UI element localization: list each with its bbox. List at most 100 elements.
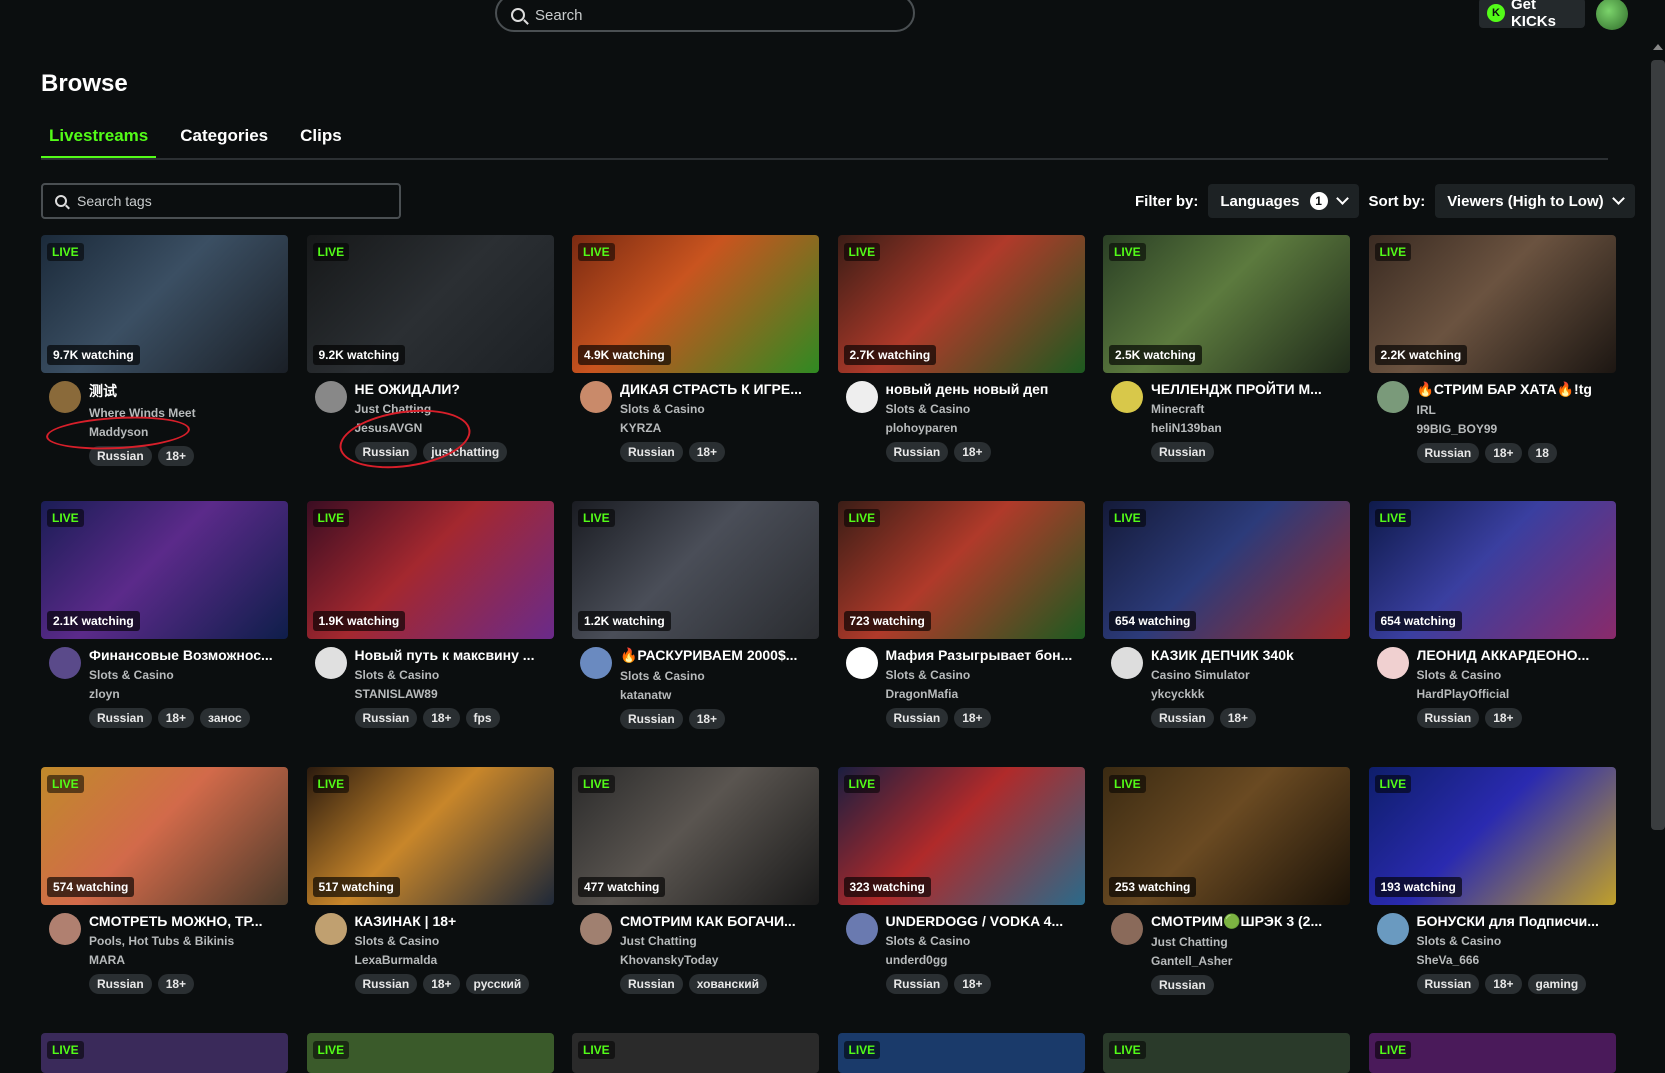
stream-title[interactable]: Финансовые Возможнос... xyxy=(89,647,279,663)
stream-category[interactable]: IRL xyxy=(1417,403,1607,417)
stream-tag[interactable]: Russian xyxy=(1151,442,1214,462)
streamer-avatar[interactable] xyxy=(1376,381,1409,413)
stream-thumbnail[interactable]: LIVE 9.7K watching xyxy=(41,235,288,373)
streamer-name[interactable]: plohoyparen xyxy=(886,421,1076,435)
stream-tag[interactable]: занос xyxy=(200,708,250,728)
user-avatar[interactable] xyxy=(1596,0,1628,30)
stream-title[interactable]: СМОТРЕТЬ МОЖНО, ТР... xyxy=(89,913,279,929)
stream-card[interactable]: LIVE 253 watching СМОТРИМ🟢ШРЭК 3 (2... J… xyxy=(1103,767,1350,995)
streamer-avatar[interactable] xyxy=(1111,381,1143,413)
global-search-input[interactable]: Search xyxy=(495,0,915,32)
stream-card[interactable]: LIVE 654 watching КАЗИК ДЕПЧИК 340k Casi… xyxy=(1103,501,1350,728)
streamer-name[interactable]: ykcyckkk xyxy=(1151,687,1341,701)
stream-tag[interactable]: 18+ xyxy=(157,974,195,994)
streamer-avatar[interactable] xyxy=(845,647,878,679)
stream-tag[interactable]: 18 xyxy=(1527,443,1557,463)
stream-title[interactable]: КАЗИНАК | 18+ xyxy=(355,913,545,929)
stream-title[interactable]: ЛЕОНИД АККАРДЕОНО... xyxy=(1417,647,1607,663)
streamer-avatar[interactable] xyxy=(845,913,878,945)
stream-tag[interactable]: 18+ xyxy=(1485,708,1522,728)
stream-thumbnail[interactable]: LIVE 654 watching xyxy=(1103,501,1350,639)
stream-tag[interactable]: 18+ xyxy=(1219,708,1257,728)
streamer-avatar[interactable] xyxy=(580,647,612,679)
stream-tag[interactable]: Russian xyxy=(620,442,683,462)
streamer-avatar[interactable] xyxy=(1376,647,1409,679)
streamer-avatar[interactable] xyxy=(1376,913,1409,945)
stream-thumbnail[interactable]: LIVE 477 watching xyxy=(572,767,819,905)
stream-category[interactable]: Slots & Casino xyxy=(620,669,810,683)
stream-tag[interactable]: fps xyxy=(465,708,500,728)
stream-title[interactable]: НЕ ОЖИДАЛИ? xyxy=(355,381,545,397)
stream-category[interactable]: Slots & Casino xyxy=(355,934,545,948)
streamer-avatar[interactable] xyxy=(314,913,347,945)
stream-tag[interactable]: хованский xyxy=(688,974,767,994)
stream-category[interactable]: Slots & Casino xyxy=(355,668,545,682)
streamer-avatar[interactable] xyxy=(314,381,347,413)
streamer-name[interactable]: LexaBurmalda xyxy=(355,953,545,967)
stream-card[interactable]: LIVE 574 watching СМОТРЕТЬ МОЖНО, ТР... … xyxy=(41,767,288,994)
stream-card[interactable]: LIVE 517 watching КАЗИНАК | 18+ Slots & … xyxy=(306,767,554,994)
stream-thumbnail[interactable]: LIVE xyxy=(1103,1033,1350,1073)
stream-tag[interactable]: 18+ xyxy=(1485,974,1522,994)
stream-category[interactable]: Slots & Casino xyxy=(1417,934,1607,948)
streamer-avatar[interactable] xyxy=(1111,647,1143,679)
search-tags-input[interactable]: Search tags xyxy=(41,183,401,219)
stream-category[interactable]: Casino Simulator xyxy=(1151,668,1341,682)
stream-thumbnail[interactable]: LIVE 4.9K watching xyxy=(572,235,819,373)
stream-thumbnail[interactable]: LIVE 193 watching xyxy=(1368,767,1616,905)
stream-tag[interactable]: 18+ xyxy=(1485,443,1522,463)
stream-card[interactable]: LIVE 323 watching UNDERDOGG / VODKA 4...… xyxy=(837,767,1085,994)
stream-category[interactable]: Slots & Casino xyxy=(886,934,1076,948)
stream-category[interactable]: Slots & Casino xyxy=(1417,668,1607,682)
stream-category[interactable]: Minecraft xyxy=(1151,402,1341,416)
tab-clips[interactable]: Clips xyxy=(292,122,350,158)
stream-thumbnail[interactable]: LIVE 517 watching xyxy=(306,767,554,905)
stream-card[interactable]: LIVE 2.1K watching Финансовые Возможнос.… xyxy=(41,501,288,728)
stream-tag[interactable]: 18+ xyxy=(954,442,991,462)
stream-title[interactable]: новый день новый деп xyxy=(886,381,1076,397)
stream-title[interactable]: СМОТРИМ КАК БОГАЧИ... xyxy=(620,913,810,929)
stream-card[interactable]: LIVE 654 watching ЛЕОНИД АККАРДЕОНО... S… xyxy=(1368,501,1616,728)
streamer-avatar[interactable] xyxy=(580,381,612,413)
tab-livestreams[interactable]: Livestreams xyxy=(41,122,157,158)
stream-tag[interactable]: Russian xyxy=(354,974,418,994)
stream-card[interactable]: LIVE 4.9K watching ДИКАЯ СТРАСТЬ К ИГРЕ.… xyxy=(572,235,819,462)
stream-tag[interactable]: Russian xyxy=(620,709,683,729)
streamer-avatar[interactable] xyxy=(49,647,81,679)
streamer-avatar[interactable] xyxy=(49,381,81,413)
streamer-name[interactable]: katanatw xyxy=(620,688,810,702)
stream-title[interactable]: UNDERDOGG / VODKA 4... xyxy=(886,913,1076,929)
stream-tag[interactable]: 18+ xyxy=(423,708,460,728)
stream-title[interactable]: 测试 xyxy=(89,381,279,401)
stream-thumbnail[interactable]: LIVE 654 watching xyxy=(1368,501,1616,639)
stream-tag[interactable]: Russian xyxy=(1151,708,1214,728)
stream-thumbnail[interactable]: LIVE 574 watching xyxy=(41,767,288,905)
scrollbar[interactable] xyxy=(1651,60,1665,830)
stream-title[interactable]: СМОТРИМ🟢ШРЭК 3 (2... xyxy=(1151,913,1341,930)
streamer-avatar[interactable] xyxy=(845,381,878,413)
stream-tag[interactable]: gaming xyxy=(1527,974,1587,994)
stream-card[interactable]: LIVE 2.5K watching ЧЕЛЛЕНДЖ ПРОЙТИ М... … xyxy=(1103,235,1350,462)
streamer-name[interactable]: Gantell_Asher xyxy=(1151,954,1341,968)
streamer-avatar[interactable] xyxy=(1111,913,1143,945)
get-kicks-button[interactable]: K Get KICKs xyxy=(1479,0,1585,30)
streamer-name[interactable]: DragonMafia xyxy=(886,687,1076,701)
stream-title[interactable]: Новый путь к максвину ... xyxy=(355,647,545,663)
stream-tag[interactable]: Russian xyxy=(89,974,152,994)
stream-tag[interactable]: 18+ xyxy=(157,708,195,728)
stream-thumbnail[interactable]: LIVE xyxy=(41,1033,288,1073)
sort-dropdown[interactable]: Viewers (High to Low) xyxy=(1435,184,1635,218)
stream-tag[interactable]: 18+ xyxy=(157,446,195,466)
stream-category[interactable]: Slots & Casino xyxy=(89,668,279,682)
stream-tag[interactable]: Russian xyxy=(885,974,949,994)
stream-category[interactable]: Slots & Casino xyxy=(886,402,1076,416)
streamer-name[interactable]: KhovanskyToday xyxy=(620,953,810,967)
stream-thumbnail[interactable]: LIVE 2.2K watching xyxy=(1368,235,1616,373)
stream-thumbnail[interactable]: LIVE xyxy=(837,1033,1085,1073)
stream-card[interactable]: LIVE 193 watching БОНУСКИ для Подписчи..… xyxy=(1368,767,1616,994)
stream-card[interactable]: LIVE 1.2K watching 🔥РАСКУРИВАЕМ 2000$...… xyxy=(572,501,819,729)
stream-tag[interactable]: Russian xyxy=(1416,974,1480,994)
stream-tag[interactable]: Russian xyxy=(1416,708,1480,728)
stream-tag[interactable]: Russian xyxy=(620,974,683,994)
stream-thumbnail[interactable]: LIVE xyxy=(572,1033,819,1073)
